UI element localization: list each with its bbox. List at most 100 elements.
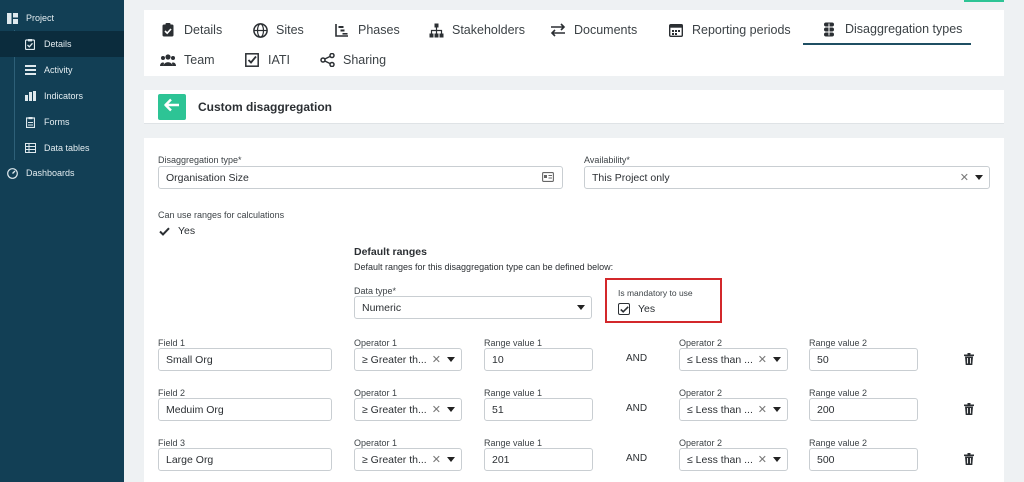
clear-icon[interactable]: ✕ xyxy=(758,353,767,366)
clear-icon[interactable]: ✕ xyxy=(758,403,767,416)
sidebar-item-activity[interactable]: Activity xyxy=(0,57,124,83)
availability-value: This Project only xyxy=(592,171,670,184)
field-name-input[interactable]: Small Org xyxy=(158,348,332,371)
tab-iati[interactable]: IATI xyxy=(244,45,290,75)
range-value-1-value: 10 xyxy=(492,353,504,366)
tabs-panel: Details Sites Phases Stakeholders Docume… xyxy=(144,10,1004,76)
chevron-down-icon[interactable] xyxy=(447,457,455,462)
data-type-select[interactable]: Numeric xyxy=(354,296,592,319)
operator-1-select[interactable]: ≥ Greater th... ✕ xyxy=(354,398,462,421)
arrow-left-icon xyxy=(164,98,180,117)
availability-select[interactable]: This Project only ✕ xyxy=(584,166,990,189)
range-value-2-value: 200 xyxy=(817,403,835,416)
range-value-1-input[interactable]: 201 xyxy=(484,448,593,471)
sidebar-item-label: Indicators xyxy=(44,91,84,101)
layers-icon xyxy=(821,21,837,37)
tab-team[interactable]: Team xyxy=(160,45,215,75)
trash-icon[interactable] xyxy=(964,452,976,465)
tab-sharing[interactable]: Sharing xyxy=(319,45,386,75)
check-icon[interactable] xyxy=(618,303,630,315)
sidebar-item-forms[interactable]: Forms xyxy=(0,109,124,135)
chevron-down-icon[interactable] xyxy=(773,407,781,412)
chevron-down-icon[interactable] xyxy=(447,357,455,362)
ranges-label: Can use ranges for calculations xyxy=(158,210,285,220)
sidebar-item-data-tables[interactable]: Data tables xyxy=(0,135,124,161)
sidebar-item-indicators[interactable]: Indicators xyxy=(0,83,124,109)
sidebar-item-label: Details xyxy=(44,39,72,49)
field-label: Field 3 xyxy=(158,438,186,448)
tab-label: IATI xyxy=(268,53,290,67)
back-button[interactable] xyxy=(158,94,186,120)
range-value-2-input[interactable]: 500 xyxy=(809,448,918,471)
form-panel: Disaggregation type* Organisation Size A… xyxy=(144,138,1004,482)
range-value-1-input[interactable]: 51 xyxy=(484,398,593,421)
clear-icon[interactable]: ✕ xyxy=(432,403,441,416)
top-accent-bar xyxy=(964,0,1004,2)
tab-details[interactable]: Details xyxy=(160,15,222,45)
operator-1-select[interactable]: ≥ Greater th... ✕ xyxy=(354,448,462,471)
sidebar-item-label: Forms xyxy=(44,117,70,127)
mandatory-value: Yes xyxy=(638,303,656,315)
range-value-2-input[interactable]: 50 xyxy=(809,348,918,371)
operator-2-select[interactable]: ≤ Less than ... ✕ xyxy=(679,348,788,371)
trash-icon[interactable] xyxy=(964,402,976,415)
field-name-value: Meduim Org xyxy=(166,403,224,416)
form-icon xyxy=(24,116,36,128)
swap-icon xyxy=(550,22,566,38)
operator-2-value: ≤ Less than ... xyxy=(687,353,753,366)
tab-sites[interactable]: Sites xyxy=(252,15,304,45)
field-name-input[interactable]: Meduim Org xyxy=(158,398,332,421)
check-icon[interactable] xyxy=(158,225,170,237)
operator-2-label: Operator 2 xyxy=(679,438,723,448)
and-label: AND xyxy=(626,453,648,464)
operator-1-value: ≥ Greater th... xyxy=(362,453,427,466)
tab-phases[interactable]: Phases xyxy=(334,15,400,45)
hierarchy-icon xyxy=(428,22,444,38)
operator-2-select[interactable]: ≤ Less than ... ✕ xyxy=(679,398,788,421)
sidebar-item-dashboards[interactable]: Dashboards xyxy=(0,160,124,186)
tab-label: Sites xyxy=(276,23,304,37)
calendar-icon xyxy=(668,22,684,38)
tab-label: Phases xyxy=(358,23,400,37)
mandatory-checkbox[interactable]: Yes xyxy=(618,303,655,315)
chevron-down-icon[interactable] xyxy=(577,305,585,310)
tab-stakeholders[interactable]: Stakeholders xyxy=(428,15,525,45)
operator-1-select[interactable]: ≥ Greater th... ✕ xyxy=(354,348,462,371)
chevron-down-icon[interactable] xyxy=(773,357,781,362)
gauge-icon xyxy=(6,167,18,179)
clear-icon[interactable]: ✕ xyxy=(432,453,441,466)
tab-label: Documents xyxy=(574,23,638,37)
tab-disaggregation-types[interactable]: Disaggregation types xyxy=(803,15,971,45)
ranges-checkbox[interactable]: Yes xyxy=(158,225,195,237)
list-icon xyxy=(24,64,36,76)
chevron-down-icon[interactable] xyxy=(975,175,983,180)
clear-icon[interactable]: ✕ xyxy=(960,171,969,184)
sidebar-item-details[interactable]: Details xyxy=(0,31,124,57)
operator-2-label: Operator 2 xyxy=(679,338,723,348)
operator-1-value: ≥ Greater th... xyxy=(362,403,427,416)
clear-icon[interactable]: ✕ xyxy=(758,453,767,466)
range-value-1-value: 201 xyxy=(492,453,510,466)
share-icon xyxy=(319,52,335,68)
default-ranges-description: Default ranges for this disaggregation t… xyxy=(354,262,614,272)
clear-icon[interactable]: ✕ xyxy=(432,353,441,366)
tab-reporting-periods[interactable]: Reporting periods xyxy=(668,15,791,45)
operator-2-select[interactable]: ≤ Less than ... ✕ xyxy=(679,448,788,471)
id-card-icon xyxy=(542,172,554,185)
disaggregation-type-input[interactable]: Organisation Size xyxy=(158,166,563,189)
field-name-input[interactable]: Large Org xyxy=(158,448,332,471)
operator-2-label: Operator 2 xyxy=(679,388,723,398)
sidebar-item-label: Data tables xyxy=(44,143,90,153)
operator-2-value: ≤ Less than ... xyxy=(687,453,753,466)
chevron-down-icon[interactable] xyxy=(447,407,455,412)
tab-documents[interactable]: Documents xyxy=(550,15,637,45)
range-value-2-input[interactable]: 200 xyxy=(809,398,918,421)
table-icon xyxy=(24,142,36,154)
chevron-down-icon[interactable] xyxy=(773,457,781,462)
and-label: AND xyxy=(626,353,648,364)
chart-icon xyxy=(334,22,350,38)
availability-label: Availability* xyxy=(584,155,630,165)
range-value-1-input[interactable]: 10 xyxy=(484,348,593,371)
sidebar-item-project[interactable]: Project xyxy=(0,5,124,31)
trash-icon[interactable] xyxy=(964,352,976,365)
